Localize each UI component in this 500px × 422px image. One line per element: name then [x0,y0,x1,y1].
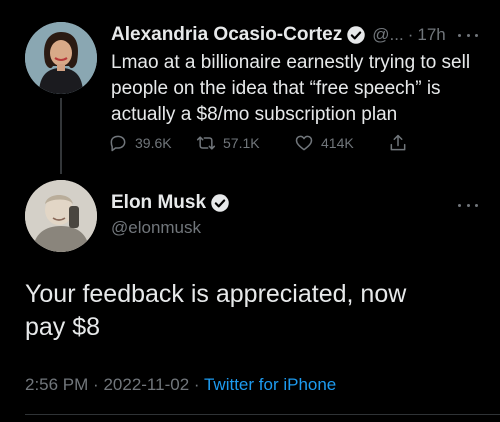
thread-connector-line [60,98,62,174]
tweet2-meta: 2:56 PM · 2022-11-02 · Twitter for iPhon… [25,375,336,395]
verified-badge-icon [211,194,229,212]
avatar-aoc-image [25,22,97,94]
tweet1-handle[interactable]: @... [372,25,403,45]
reply-count: 39.6K [135,135,172,151]
like-count: 414K [321,135,354,151]
tweet1-separator: · [407,25,414,44]
meta-separator: · [193,375,200,394]
tweet2-header: Elon Musk [111,190,236,216]
verified-badge-icon [347,26,365,44]
tweet2-text: Your feedback is appreciated, now pay $8 [25,278,465,344]
tweet1-text-line: Lmao at a billionaire earnestly trying t… [111,52,471,73]
tweet1-header: Alexandria Ocasio-Cortez @... · 17h [111,22,480,48]
reply-icon [110,135,126,152]
retweet-icon [196,136,216,150]
more-options-icon[interactable] [458,32,478,38]
avatar-elon-musk-image [25,180,97,252]
reply-button[interactable]: 39.6K [108,132,172,154]
tweet2-source-link[interactable]: Twitter for iPhone [204,375,336,394]
heart-icon [295,135,313,151]
tweet2-handle[interactable]: @elonmusk [111,218,201,238]
tweet1-time[interactable]: 17h [417,25,445,45]
share-button[interactable] [388,132,408,154]
tweet1-text-line: actually a $8/mo subscription plan [111,104,398,125]
divider [25,414,500,415]
meta-separator: · [93,375,99,394]
tweet2-date[interactable]: 2022-11-02 [103,375,189,394]
tweet2-text-line: pay $8 [25,313,101,341]
tweet2-time[interactable]: 2:56 PM [25,375,88,394]
share-icon [390,134,406,151]
retweet-count: 57.1K [223,135,260,151]
avatar-elon-musk[interactable] [25,180,97,252]
tweet1-action-bar: 39.6K 57.1K 414K [108,132,408,154]
more-options-icon[interactable] [458,202,478,208]
tweet2-author-name[interactable]: Elon Musk [111,192,206,214]
retweet-button[interactable]: 57.1K [196,132,260,154]
like-button[interactable]: 414K [294,132,354,154]
avatar-aoc[interactable] [25,22,97,94]
tweet1-text: Lmao at a billionaire earnestly trying t… [111,50,483,128]
tweet1-text-line: people on the idea that “free speech” is [111,78,441,99]
tweet1-author-name[interactable]: Alexandria Ocasio-Cortez [111,24,342,46]
tweet2-text-line: Your feedback is appreciated, now [25,280,407,308]
